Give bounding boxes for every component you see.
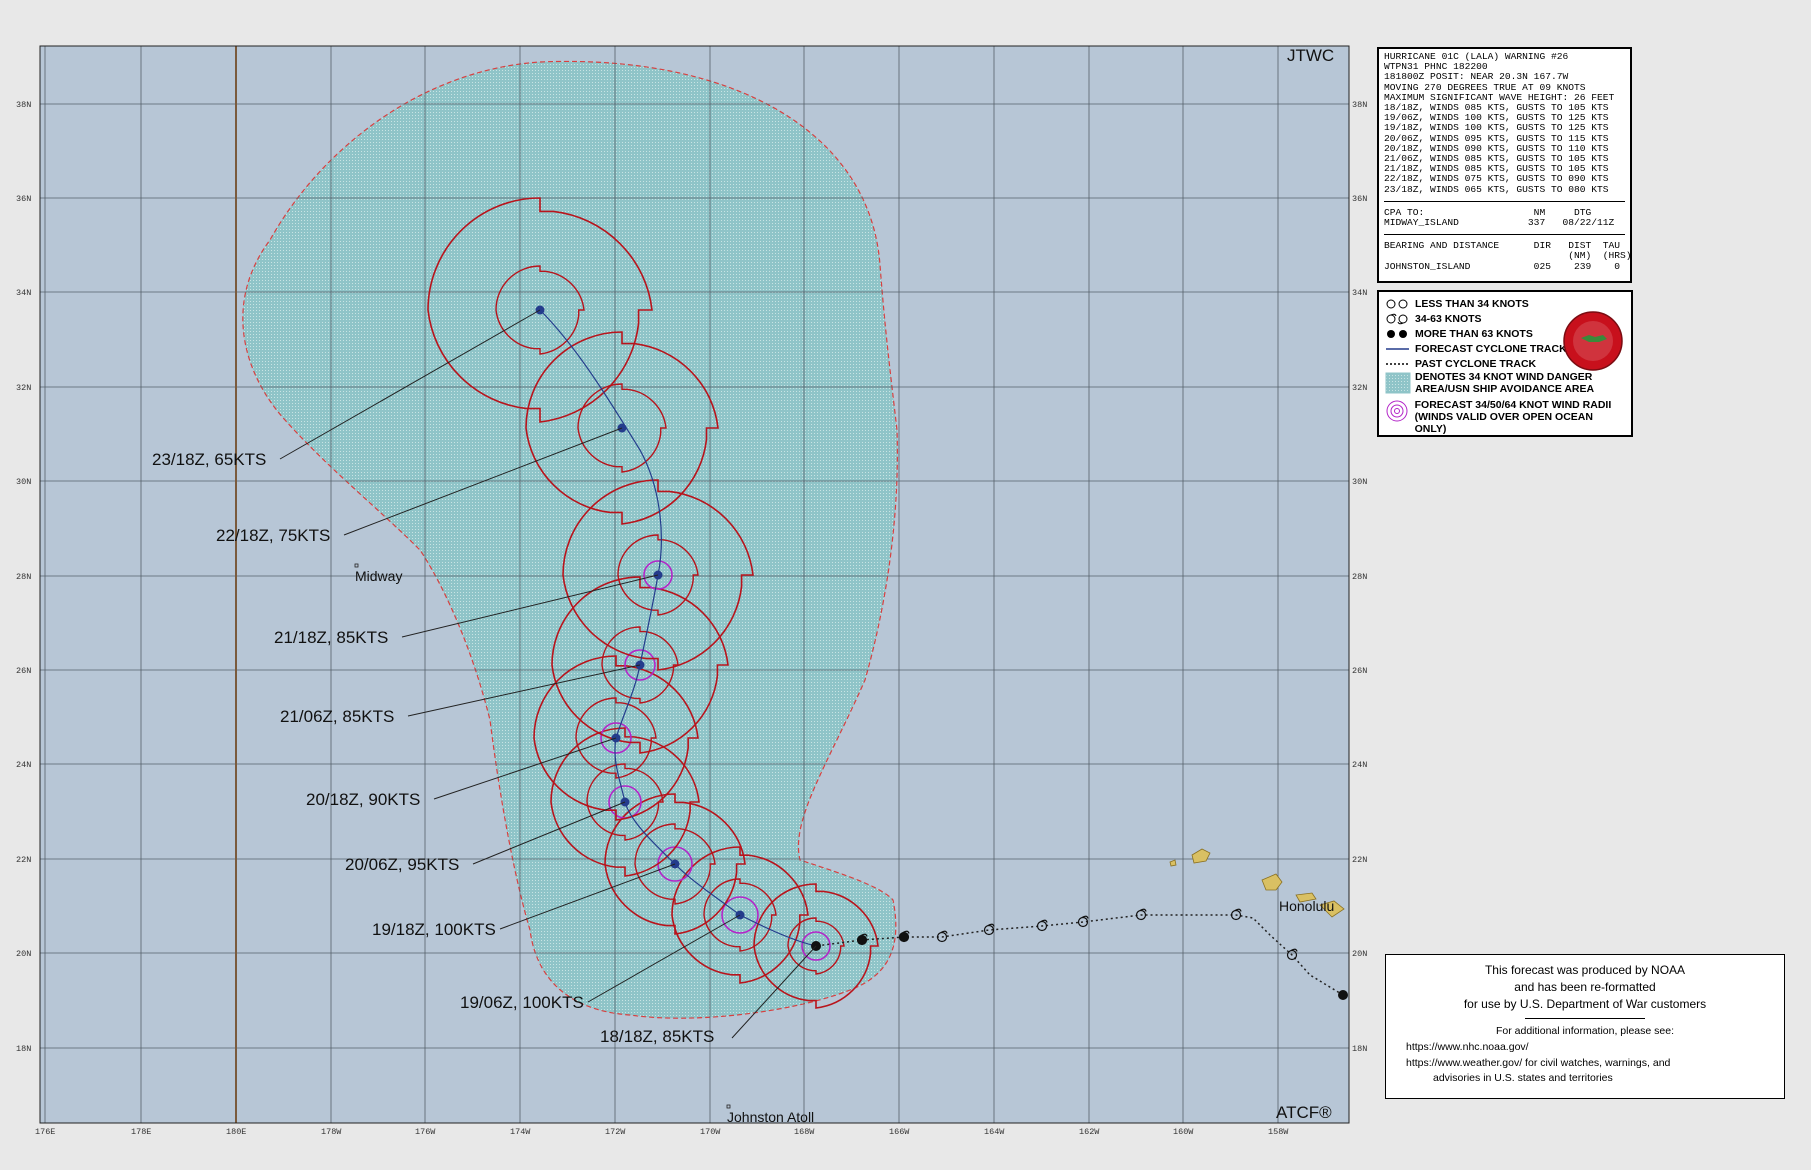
noaa-url3: advisories in U.S. states and territorie… bbox=[1433, 1072, 1613, 1084]
lon-label: 166W bbox=[889, 1127, 910, 1137]
solid-line-icon bbox=[1385, 343, 1415, 355]
noaa-url1[interactable]: https://www.nhc.noaa.gov/ bbox=[1406, 1041, 1784, 1053]
lat-label-left: 32N bbox=[16, 383, 31, 393]
lat-label-left: 26N bbox=[16, 666, 31, 676]
lon-label: 164W bbox=[984, 1127, 1005, 1137]
lon-label: 178W bbox=[321, 1127, 342, 1137]
place-label-midway: Midway bbox=[355, 568, 402, 584]
legend-box: LESS THAN 34 KNOTS 34-63 KNOTS MORE THAN… bbox=[1377, 290, 1633, 437]
nws-seal-logo bbox=[1563, 311, 1623, 371]
lon-label: 160W bbox=[1173, 1127, 1194, 1137]
forecast-label: 19/18Z, 100KTS bbox=[372, 920, 496, 939]
warning-box: HURRICANE 01C (LALA) WARNING #26 WTPN31 P… bbox=[1377, 47, 1632, 283]
lat-label-left: 28N bbox=[16, 572, 31, 582]
lat-label-right: 18N bbox=[1352, 1044, 1367, 1054]
legend-label-group: FORECAST 34/50/64 KNOT WIND RADII (WINDS … bbox=[1415, 399, 1625, 435]
lat-label-left: 20N bbox=[16, 949, 31, 959]
forecast-label: 20/06Z, 95KTS bbox=[345, 855, 459, 874]
danger-area-swatch-icon bbox=[1385, 371, 1415, 395]
lat-label-right: 20N bbox=[1352, 949, 1367, 959]
wind-radii-icon bbox=[1385, 399, 1415, 423]
lat-label-left: 30N bbox=[16, 477, 31, 487]
forecast-label: 20/18Z, 90KTS bbox=[306, 790, 420, 809]
lon-label: 176E bbox=[35, 1127, 55, 1137]
lat-label-left: 24N bbox=[16, 760, 31, 770]
legend-label: AREA/USN SHIP AVOIDANCE AREA bbox=[1415, 383, 1595, 395]
lat-label-right: 38N bbox=[1352, 100, 1367, 110]
lat-label-right: 24N bbox=[1352, 760, 1367, 770]
atcf-brand: ATCF® bbox=[1276, 1103, 1332, 1122]
legend-label: FORECAST 34/50/64 KNOT WIND RADII bbox=[1414, 399, 1612, 411]
lon-label: 168W bbox=[794, 1127, 815, 1137]
lat-label-right: 36N bbox=[1352, 194, 1367, 204]
warning-divider bbox=[1384, 200, 1625, 202]
lat-label-right: 30N bbox=[1352, 477, 1367, 487]
legend-label: MORE THAN 63 KNOTS bbox=[1415, 327, 1533, 340]
noaa-info: For additional information, please see: bbox=[1495, 1025, 1675, 1037]
warning-divider bbox=[1384, 234, 1625, 236]
warning-lines: HURRICANE 01C (LALA) WARNING #26 WTPN31 P… bbox=[1384, 51, 1625, 195]
lat-label-right: 26N bbox=[1352, 666, 1367, 676]
forecast-label: 23/18Z, 65KTS bbox=[152, 450, 266, 469]
lat-label-right: 32N bbox=[1352, 383, 1367, 393]
noaa-line2: and has been re-formatted bbox=[1514, 980, 1656, 994]
open-cyclone-icon bbox=[1385, 298, 1415, 310]
jtwc-brand: JTWC bbox=[1287, 46, 1334, 65]
lon-label: 174W bbox=[510, 1127, 531, 1137]
dotted-line-icon bbox=[1385, 358, 1415, 370]
lon-label: 162W bbox=[1079, 1127, 1100, 1137]
forecast-label: 22/18Z, 75KTS bbox=[216, 526, 330, 545]
legend-label: LESS THAN 34 KNOTS bbox=[1415, 297, 1529, 310]
place-label-johnston: Johnston Atoll bbox=[727, 1109, 814, 1125]
legend-label: (WINDS VALID OVER OPEN OCEAN ONLY) bbox=[1414, 411, 1593, 435]
place-label-honolulu: Honolulu bbox=[1279, 898, 1334, 914]
legend-label: FORECAST CYCLONE TRACK bbox=[1415, 342, 1567, 355]
hurricane-symbol-icon bbox=[1385, 328, 1415, 340]
storm-symbol-icon bbox=[1385, 313, 1415, 325]
cpa-row: MIDWAY_ISLAND 337 08/22/11Z bbox=[1384, 217, 1615, 229]
legend-wind-radii: FORECAST 34/50/64 KNOT WIND RADII (WINDS … bbox=[1385, 399, 1625, 435]
forecast-label: 21/18Z, 85KTS bbox=[274, 628, 388, 647]
forecast-label: 18/18Z, 85KTS bbox=[600, 1027, 714, 1046]
lon-label: 170W bbox=[700, 1127, 721, 1137]
lat-label-right: 22N bbox=[1352, 855, 1367, 865]
lat-label-right: 28N bbox=[1352, 572, 1367, 582]
lon-label: 158W bbox=[1268, 1127, 1289, 1137]
lon-label: 172W bbox=[605, 1127, 626, 1137]
forecast-label: 19/06Z, 100KTS bbox=[460, 993, 584, 1012]
legend-label: 34-63 KNOTS bbox=[1415, 312, 1482, 325]
past-position-icon bbox=[1338, 990, 1348, 1000]
lat-label-left: 38N bbox=[16, 100, 31, 110]
noaa-notice-box: This forecast was produced by NOAA and h… bbox=[1385, 954, 1785, 1099]
warning-line: 23/18Z, WINDS 065 KTS, GUSTS TO 080 KTS bbox=[1384, 183, 1609, 195]
lat-label-left: 36N bbox=[16, 194, 31, 204]
lon-label: 180E bbox=[226, 1127, 246, 1137]
bearing-row: JOHNSTON_ISLAND 025 239 0 bbox=[1384, 260, 1621, 272]
lon-label: 178E bbox=[131, 1127, 151, 1137]
noaa-line1: This forecast was produced by NOAA bbox=[1484, 963, 1686, 977]
legend-label: PAST CYCLONE TRACK bbox=[1415, 357, 1537, 370]
lat-label-left: 22N bbox=[16, 855, 31, 865]
noaa-divider bbox=[1525, 1018, 1645, 1019]
lon-label: 176W bbox=[415, 1127, 436, 1137]
lat-label-right: 34N bbox=[1352, 288, 1367, 298]
forecast-label: 21/06Z, 85KTS bbox=[280, 707, 394, 726]
past-position-icon bbox=[857, 935, 867, 945]
noaa-line3: for use by U.S. Department of War custom… bbox=[1463, 997, 1707, 1011]
lat-label-left: 18N bbox=[16, 1044, 31, 1054]
lat-label-left: 34N bbox=[16, 288, 31, 298]
past-position-icon bbox=[899, 932, 909, 942]
noaa-url2[interactable]: https://www.weather.gov/ for civil watch… bbox=[1406, 1057, 1784, 1069]
